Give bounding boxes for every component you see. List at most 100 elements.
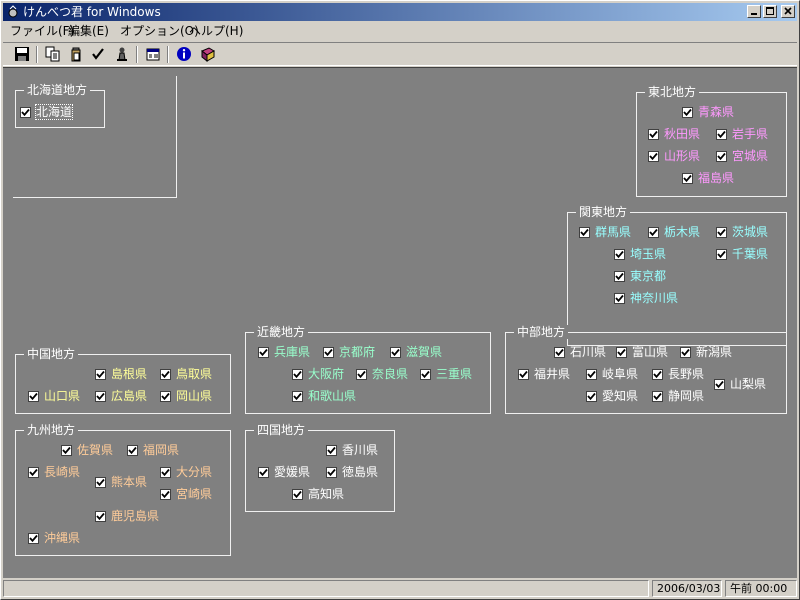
menu-edit[interactable]: 編集(E)	[65, 23, 112, 39]
minimize-button[interactable]	[747, 5, 761, 18]
checkbox-icon[interactable]	[652, 368, 663, 380]
checkbox-icon[interactable]	[258, 466, 269, 478]
checkbox-icon[interactable]	[614, 248, 625, 260]
checkbox-icon[interactable]	[390, 346, 401, 358]
save-button[interactable]	[13, 46, 31, 62]
prefecture-checkbox-kinki[interactable]: 京都府	[323, 345, 375, 359]
prefecture-checkbox-tohoku[interactable]: 宮城県	[716, 149, 768, 163]
prefecture-checkbox-chugoku[interactable]: 鳥取県	[160, 367, 212, 381]
prefecture-checkbox-chugoku[interactable]: 広島県	[95, 389, 147, 403]
checkbox-icon[interactable]	[28, 466, 39, 478]
app-icon[interactable]	[6, 5, 20, 19]
prefecture-checkbox-kanto[interactable]: 栃木県	[648, 225, 700, 239]
checkbox-icon[interactable]	[95, 510, 106, 522]
checkbox-icon[interactable]	[680, 346, 691, 358]
prefecture-checkbox-shikoku[interactable]: 高知県	[292, 487, 344, 501]
prefecture-checkbox-kyushu[interactable]: 長崎県	[28, 465, 80, 479]
prefecture-checkbox-chubu[interactable]: 新潟県	[680, 345, 732, 359]
checkbox-icon[interactable]	[614, 270, 625, 282]
properties-button[interactable]	[144, 46, 162, 62]
checkbox-icon[interactable]	[95, 390, 106, 402]
checkbox-icon[interactable]	[614, 292, 625, 304]
prefecture-checkbox-hokkaido[interactable]: 北海道	[20, 104, 74, 120]
checkbox-icon[interactable]	[648, 128, 659, 140]
checkbox-icon[interactable]	[356, 368, 367, 380]
prefecture-checkbox-chugoku[interactable]: 山口県	[28, 389, 80, 403]
checkbox-icon[interactable]	[326, 444, 337, 456]
checkbox-icon[interactable]	[28, 532, 39, 544]
prefecture-checkbox-kinki[interactable]: 大阪府	[292, 367, 344, 381]
prefecture-checkbox-chubu[interactable]: 長野県	[652, 367, 704, 381]
prefecture-checkbox-kyushu[interactable]: 沖縄県	[28, 531, 80, 545]
copy-button[interactable]	[44, 46, 62, 62]
prefecture-checkbox-kyushu[interactable]: 佐賀県	[61, 443, 113, 457]
prefecture-checkbox-kanto[interactable]: 東京都	[614, 269, 666, 283]
checkbox-icon[interactable]	[716, 248, 727, 260]
maximize-button[interactable]	[763, 5, 777, 18]
checkbox-icon[interactable]	[682, 106, 693, 118]
prefecture-checkbox-kyushu[interactable]: 大分県	[160, 465, 212, 479]
checkbox-icon[interactable]	[648, 150, 659, 162]
close-button[interactable]	[781, 5, 795, 18]
checkbox-icon[interactable]	[716, 150, 727, 162]
checkbox-icon[interactable]	[554, 346, 565, 358]
checkbox-icon[interactable]	[292, 488, 303, 500]
prefecture-checkbox-kanto[interactable]: 神奈川県	[614, 291, 678, 305]
checkbox-icon[interactable]	[258, 346, 269, 358]
menu-help[interactable]: ヘルプ(H)	[186, 23, 246, 39]
prefecture-checkbox-kyushu[interactable]: 熊本県	[95, 475, 147, 489]
checkbox-icon[interactable]	[95, 476, 106, 488]
checkbox-icon[interactable]	[648, 226, 659, 238]
checkbox-icon[interactable]	[160, 368, 171, 380]
prefecture-checkbox-chugoku[interactable]: 岡山県	[160, 389, 212, 403]
paste-button[interactable]	[67, 46, 85, 62]
prefecture-checkbox-chubu[interactable]: 石川県	[554, 345, 606, 359]
prefecture-checkbox-shikoku[interactable]: 徳島県	[326, 465, 378, 479]
checkbox-icon[interactable]	[323, 346, 334, 358]
checkbox-icon[interactable]	[586, 390, 597, 402]
prefecture-checkbox-chubu[interactable]: 愛知県	[586, 389, 638, 403]
chess-piece-button[interactable]	[113, 46, 131, 62]
checkbox-icon[interactable]	[420, 368, 431, 380]
prefecture-checkbox-kyushu[interactable]: 福岡県	[127, 443, 179, 457]
checkbox-icon[interactable]	[518, 368, 529, 380]
prefecture-checkbox-shikoku[interactable]: 愛媛県	[258, 465, 310, 479]
checkbox-icon[interactable]	[682, 172, 693, 184]
checkbox-icon[interactable]	[127, 444, 138, 456]
prefecture-checkbox-chubu[interactable]: 岐阜県	[586, 367, 638, 381]
checkbox-icon[interactable]	[292, 368, 303, 380]
prefecture-checkbox-tohoku[interactable]: 秋田県	[648, 127, 700, 141]
prefecture-checkbox-tohoku[interactable]: 福島県	[682, 171, 734, 185]
prefecture-checkbox-kyushu[interactable]: 宮崎県	[160, 487, 212, 501]
prefecture-checkbox-kanto[interactable]: 埼玉県	[614, 247, 666, 261]
prefecture-checkbox-kyushu[interactable]: 鹿児島県	[95, 509, 159, 523]
prefecture-checkbox-tohoku[interactable]: 青森県	[682, 105, 734, 119]
checkbox-icon[interactable]	[326, 466, 337, 478]
checkbox-icon[interactable]	[586, 368, 597, 380]
checkbox-icon[interactable]	[616, 346, 627, 358]
prefecture-checkbox-chubu[interactable]: 静岡県	[652, 389, 704, 403]
prefecture-checkbox-kanto[interactable]: 群馬県	[579, 225, 631, 239]
prefecture-checkbox-kinki[interactable]: 三重県	[420, 367, 472, 381]
checkbox-icon[interactable]	[160, 488, 171, 500]
checkbox-icon[interactable]	[652, 390, 663, 402]
prefecture-checkbox-kinki[interactable]: 兵庫県	[258, 345, 310, 359]
prefecture-checkbox-tohoku[interactable]: 山形県	[648, 149, 700, 163]
prefecture-checkbox-chubu[interactable]: 山梨県	[714, 377, 766, 391]
prefecture-checkbox-chugoku[interactable]: 島根県	[95, 367, 147, 381]
help-book-button[interactable]	[199, 46, 217, 62]
check-all-button[interactable]	[89, 46, 107, 62]
prefecture-checkbox-kinki[interactable]: 滋賀県	[390, 345, 442, 359]
prefecture-checkbox-shikoku[interactable]: 香川県	[326, 443, 378, 457]
prefecture-checkbox-tohoku[interactable]: 岩手県	[716, 127, 768, 141]
prefecture-checkbox-kinki[interactable]: 奈良県	[356, 367, 408, 381]
checkbox-icon[interactable]	[714, 378, 725, 390]
checkbox-icon[interactable]	[160, 466, 171, 478]
checkbox-icon[interactable]	[716, 128, 727, 140]
prefecture-checkbox-kanto[interactable]: 千葉県	[716, 247, 768, 261]
prefecture-checkbox-kinki[interactable]: 和歌山県	[292, 389, 356, 403]
prefecture-checkbox-chubu[interactable]: 富山県	[616, 345, 668, 359]
checkbox-icon[interactable]	[579, 226, 590, 238]
checkbox-icon[interactable]	[292, 390, 303, 402]
checkbox-icon[interactable]	[20, 106, 31, 118]
